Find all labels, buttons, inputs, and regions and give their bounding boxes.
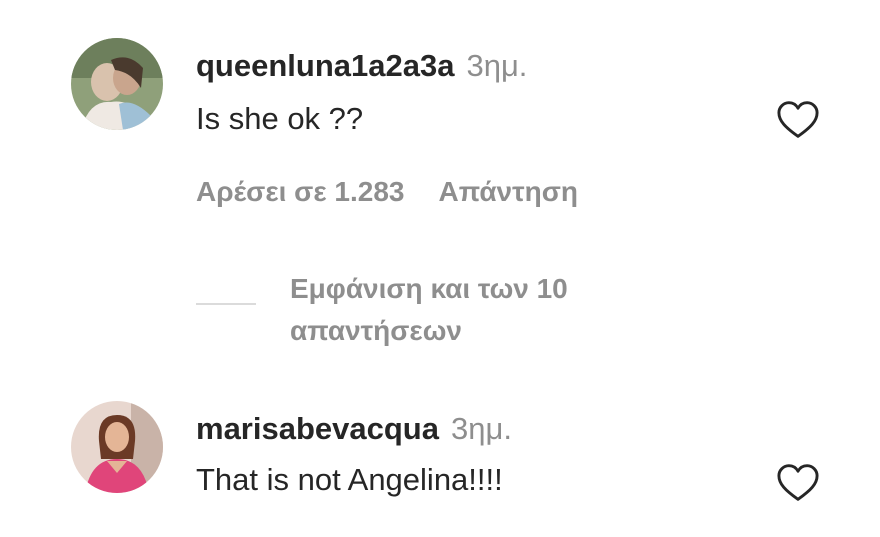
view-replies-button[interactable]: Εμφάνιση και των 10 απαντήσεων [196,268,646,358]
timestamp[interactable]: 3ημ. [466,48,527,83]
avatar[interactable] [71,401,163,493]
comment-text: Is she ok ?? [196,101,364,136]
heart-outline-icon[interactable] [776,100,820,140]
username[interactable]: queenluna1a2a3a [196,48,454,83]
username[interactable]: marisabevacqua [196,411,439,446]
reply-button[interactable]: Απάντηση [438,176,578,207]
comment-actions: Αρέσει σε 1.283 Απάντηση [196,172,578,212]
replies-divider [196,303,256,305]
heart-outline-icon[interactable] [776,463,820,503]
avatar[interactable] [71,38,163,130]
comment-header: marisabevacqua 3ημ. [196,409,512,449]
comment-header: queenluna1a2a3a 3ημ. [196,46,527,86]
view-replies-label: Εμφάνιση και των 10 απαντήσεων [290,273,568,346]
comment-text: That is not Angelina!!!! [196,462,503,497]
likes-count[interactable]: Αρέσει σε 1.283 [196,176,404,207]
timestamp[interactable]: 3ημ. [451,411,512,446]
